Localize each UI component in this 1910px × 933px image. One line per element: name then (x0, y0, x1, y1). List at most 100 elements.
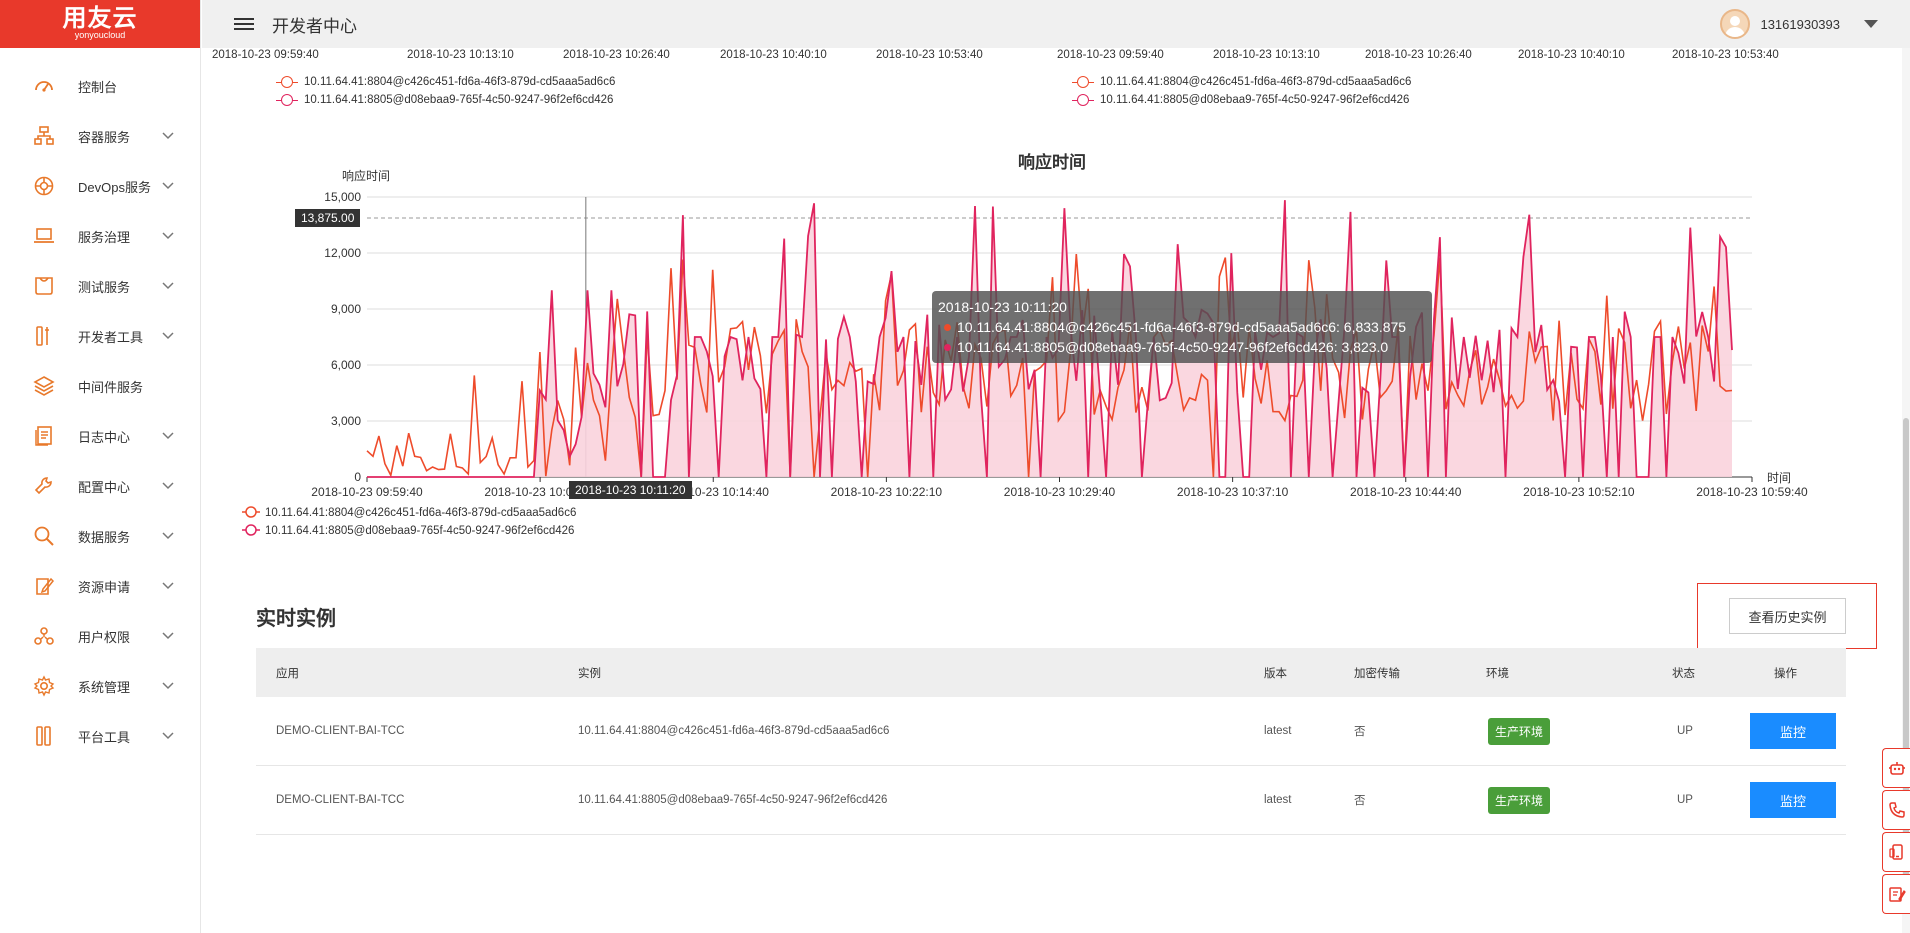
tools-icon (32, 324, 56, 348)
chevron-down-icon[interactable] (156, 632, 180, 640)
upper-left-tick: 2018-10-23 10:53:40 (876, 49, 983, 61)
monitor-button[interactable]: 监控 (1750, 713, 1836, 749)
cell-encrypt: 否 (1354, 726, 1366, 738)
avatar[interactable] (1720, 9, 1751, 39)
sidebar-item[interactable]: 用户权限 (0, 611, 200, 661)
chevron-down-icon[interactable] (156, 682, 180, 690)
legend-marker-icon (276, 76, 298, 88)
wrench-icon (32, 474, 56, 498)
table-row: DEMO-CLIENT-BAI-TCC 10.11.64.41:8804@c42… (256, 697, 1846, 766)
logo-subtext: yonyoucloud (74, 30, 126, 40)
table-header: 应用 实例 版本 加密传输 环境 状态 操作 (256, 648, 1846, 697)
sidebar-item-label: 服务治理 (78, 229, 131, 245)
menu-toggle-icon[interactable] (234, 15, 254, 33)
col-header-encrypt: 加密传输 (1354, 667, 1400, 680)
upper-left-legend-item[interactable]: 10.11.64.41:8805@d08ebaa9-765f-4c50-9247… (276, 94, 613, 106)
sidebar-item[interactable]: 日志中心 (0, 411, 200, 461)
sidebar-item[interactable]: 配置中心 (0, 461, 200, 511)
sidebar-item-label: 容器服务 (78, 129, 131, 145)
legend-label: 10.11.64.41:8805@d08ebaa9-765f-4c50-9247… (1100, 94, 1410, 106)
sidebar-item[interactable]: 资源申请 (0, 561, 200, 611)
search-data-icon (32, 524, 56, 548)
cell-version: latest (1264, 725, 1292, 737)
view-history-button[interactable]: 查看历史实例 (1729, 598, 1846, 634)
sidebar-item-label: 配置中心 (78, 479, 131, 495)
env-badge: 生产环境 (1488, 717, 1551, 745)
col-header-action: 操作 (1774, 667, 1797, 680)
upper-charts-fragment: 2018-10-23 09:59:40 2018-10-23 10:13:10 … (202, 48, 1892, 118)
x-tick-label: 2018-10-23 10:44:40 (1350, 485, 1462, 499)
robot-service-icon[interactable] (1882, 748, 1910, 788)
sidebar-item[interactable]: 平台工具 (0, 711, 200, 761)
chevron-down-icon[interactable] (156, 732, 180, 740)
upper-right-legend-item[interactable]: 10.11.64.41:8804@c426c451-fd6a-46f3-879d… (1072, 76, 1411, 88)
cell-instance: 10.11.64.41:8804@c426c451-fd6a-46f3-879d… (578, 725, 890, 737)
crosshair-x-label: 2018-10-23 10:11:20 (569, 481, 692, 499)
upper-left-legend-item[interactable]: 10.11.64.41:8804@c426c451-fd6a-46f3-879d… (276, 76, 615, 88)
crosshair-y-label: 13,875.00 (295, 209, 361, 227)
y-axis-label: 响应时间 (342, 168, 390, 183)
chevron-down-icon[interactable] (156, 432, 180, 440)
col-header-version: 版本 (1264, 667, 1287, 680)
sidebar-item-label: 资源申请 (78, 579, 131, 595)
caret-down-icon[interactable] (1864, 20, 1878, 28)
chevron-down-icon[interactable] (156, 182, 180, 190)
sidebar-item[interactable]: 系统管理 (0, 661, 200, 711)
phone-icon[interactable] (1882, 790, 1910, 830)
test-bag-icon (32, 274, 56, 298)
cell-status: UP (1677, 794, 1693, 806)
col-header-app: 应用 (276, 667, 299, 680)
instances-table: 应用 实例 版本 加密传输 环境 状态 操作 DEMO-CLIENT-BAI-T… (256, 648, 1846, 835)
platform-tools-icon (32, 724, 56, 748)
brand-logo[interactable]: 用友云 yonyoucloud (0, 0, 200, 48)
legend-marker-icon (245, 506, 257, 518)
monitor-button[interactable]: 监控 (1750, 782, 1836, 818)
chevron-down-icon[interactable] (156, 282, 180, 290)
username[interactable]: 13161930393 (1760, 17, 1840, 32)
chevron-down-icon[interactable] (156, 532, 180, 540)
sidebar-item-label: 控制台 (78, 79, 118, 95)
sidebar-item[interactable]: 服务治理 (0, 211, 200, 261)
chevron-down-icon[interactable] (156, 232, 180, 240)
sidebar-item-label: 系统管理 (78, 679, 131, 695)
legend-label: 10.11.64.41:8804@c426c451-fd6a-46f3-879d… (304, 76, 616, 88)
sidebar: 用友云 yonyoucloud 控制台容器服务 DevOps服务服务治理测试服务开… (0, 0, 201, 933)
series-dot-icon (944, 343, 951, 351)
sidebar-item[interactable]: 测试服务 (0, 261, 200, 311)
log-icon (32, 424, 56, 448)
tooltip-row: 10.11.64.41:8805@d08ebaa9-765f-4c50-9247… (938, 337, 1426, 357)
feedback-edit-icon[interactable] (1882, 874, 1910, 914)
sidebar-item[interactable]: 开发者工具 (0, 311, 200, 361)
x-axis-label: 时间 (1767, 471, 1791, 485)
sidebar-item-label: 开发者工具 (78, 329, 144, 345)
sidebar-item[interactable]: 容器服务 (0, 111, 200, 161)
y-tick-label: 15,000 (324, 190, 361, 204)
sidebar-nav: 控制台容器服务 DevOps服务服务治理测试服务开发者工具中间件服务日志中心配置中… (0, 61, 200, 761)
sidebar-item[interactable]: DevOps服务 (0, 161, 200, 211)
upper-right-legend-item[interactable]: 10.11.64.41:8805@d08ebaa9-765f-4c50-9247… (1072, 94, 1409, 106)
mobile-icon[interactable] (1882, 832, 1910, 872)
cell-encrypt: 否 (1354, 795, 1366, 807)
upper-left-tick: 2018-10-23 10:26:40 (563, 49, 670, 61)
chevron-down-icon[interactable] (156, 582, 180, 590)
sidebar-item[interactable]: 控制台 (0, 61, 200, 111)
chevron-down-icon[interactable] (156, 132, 180, 140)
sidebar-item-label: 日志中心 (78, 429, 131, 445)
upper-right-tick: 2018-10-23 10:40:10 (1518, 49, 1625, 61)
dashboard-icon (32, 74, 56, 98)
y-tick-label: 0 (354, 470, 361, 484)
sidebar-item-label: 测试服务 (78, 279, 131, 295)
legend-label: 10.11.64.41:8805@d08ebaa9-765f-4c50-9247… (304, 94, 614, 106)
upper-right-tick: 2018-10-23 10:26:40 (1365, 49, 1472, 61)
sidebar-item[interactable]: 数据服务 (0, 511, 200, 561)
upper-left-tick: 2018-10-23 10:40:10 (720, 49, 827, 61)
chevron-down-icon[interactable] (156, 482, 180, 490)
sidebar-item[interactable]: 中间件服务 (0, 361, 200, 411)
chevron-down-icon[interactable] (156, 332, 180, 340)
y-tick-label: 9,000 (331, 302, 361, 316)
col-header-env: 环境 (1486, 667, 1509, 680)
user-menu[interactable]: 13161930393 (1720, 9, 1878, 39)
upper-right-tick: 2018-10-23 10:53:40 (1672, 49, 1779, 61)
upper-right-tick: 2018-10-23 09:59:40 (1057, 49, 1164, 61)
legend-marker-icon (276, 94, 298, 106)
